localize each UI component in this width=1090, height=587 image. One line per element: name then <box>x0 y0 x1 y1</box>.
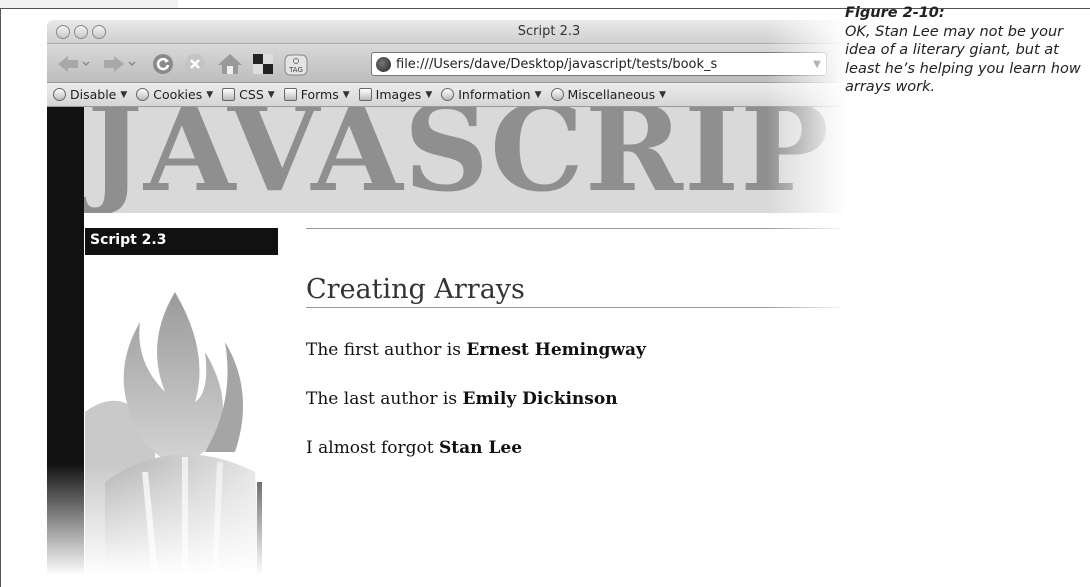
devbar-disable[interactable]: Disable ▼ <box>53 87 127 102</box>
page-content: JAVASCRIP Script 2.3 Creating Arrays The… <box>47 107 847 575</box>
home-button[interactable] <box>216 52 244 76</box>
figure-label: Figure 2-10: <box>845 5 945 21</box>
chevron-down-icon: ▼ <box>534 89 542 100</box>
author-line-first-prefix: The first author is <box>306 340 467 360</box>
left-sidebar-strip <box>47 107 84 575</box>
author-name-last: Emily Dickinson <box>462 389 618 409</box>
devbar-images[interactable]: Images ▼ <box>358 87 433 102</box>
figure-caption: Figure 2-10: OK, Stan Lee may not be you… <box>845 4 1085 97</box>
disable-icon <box>53 88 66 101</box>
author-line-first: The first author is Ernest Hemingway <box>306 340 646 360</box>
tag-label: TAG <box>288 66 303 74</box>
script-label: Script 2.3 <box>85 228 278 255</box>
devbar-css[interactable]: CSS ▼ <box>222 87 275 102</box>
author-name-first: Ernest Hemingway <box>466 340 646 360</box>
chevron-down-icon: ▼ <box>206 89 214 100</box>
devbar-cookies[interactable]: Cookies ▼ <box>136 87 213 102</box>
forms-icon <box>283 88 297 101</box>
author-line-last: The last author is Emily Dickinson <box>306 389 618 409</box>
chevron-down-icon: ▼ <box>120 89 128 100</box>
css-icon <box>222 88 236 101</box>
stop-button[interactable] <box>182 52 208 76</box>
window-title: Script 2.3 <box>517 24 581 39</box>
devbar-miscellaneous-label: Miscellaneous <box>567 87 656 102</box>
stop-icon <box>185 54 205 74</box>
cookies-icon <box>136 88 150 101</box>
url-text[interactable]: file:///Users/dave/Desktop/javascript/te… <box>396 57 808 72</box>
flaming-book-illustration <box>85 292 262 575</box>
devbar-cookies-label: Cookies <box>153 87 203 102</box>
go-icon[interactable]: ▷ <box>831 54 842 70</box>
title-bar: Script 2.3 <box>47 20 847 44</box>
devbar-images-label: Images <box>375 87 422 102</box>
devbar-disable-label: Disable <box>70 87 117 102</box>
tag-button[interactable]: TAG <box>282 52 310 76</box>
url-dropdown-icon[interactable]: ▼ <box>808 59 826 70</box>
home-icon <box>218 54 242 74</box>
chevron-down-icon: ▼ <box>342 89 350 100</box>
information-icon <box>441 88 455 101</box>
reload-icon <box>153 54 173 74</box>
author-line-last-prefix: The last author is <box>306 389 463 409</box>
globe-icon <box>376 56 391 72</box>
back-button[interactable] <box>55 52 91 76</box>
miscellaneous-icon <box>550 88 564 101</box>
top-divider <box>306 228 847 229</box>
devbar-css-label: CSS <box>239 87 264 102</box>
back-icon <box>58 56 90 72</box>
devbar-information-label: Information <box>458 87 531 102</box>
page-heading: Creating Arrays <box>306 273 847 308</box>
forward-icon <box>104 56 136 72</box>
chevron-down-icon: ▼ <box>267 89 275 100</box>
devbar-miscellaneous[interactable]: Miscellaneous ▼ <box>550 87 667 102</box>
devbar-forms[interactable]: Forms ▼ <box>283 87 350 102</box>
grid-button[interactable] <box>250 52 276 76</box>
browser-window: Script 2.3 TAG file:///Users/dave/Deskto… <box>47 20 847 575</box>
navigation-toolbar: TAG file:///Users/dave/Desktop/javascrip… <box>47 44 847 83</box>
author-line-forgot-prefix: I almost forgot <box>306 438 440 458</box>
images-icon <box>358 88 372 101</box>
devbar-information[interactable]: Information ▼ <box>441 87 542 102</box>
author-name-forgot: Stan Lee <box>439 438 523 458</box>
web-developer-toolbar: Disable ▼ Cookies ▼ CSS ▼ Forms ▼ Images ▼ In… <box>47 83 847 107</box>
devbar-forms-label: Forms <box>300 87 339 102</box>
chevron-down-icon: ▼ <box>425 89 433 100</box>
forward-button[interactable] <box>101 52 137 76</box>
grid-icon <box>253 54 273 74</box>
javascript-banner: JAVASCRIP <box>84 107 847 213</box>
tag-icon: TAG <box>284 54 308 76</box>
reload-button[interactable] <box>150 52 176 76</box>
banner-text: JAVASCRIP <box>87 107 830 213</box>
figure-caption-text: OK, Stan Lee may not be your idea of a l… <box>845 23 1081 96</box>
author-line-forgot: I almost forgot Stan Lee <box>306 438 522 458</box>
address-bar[interactable]: file:///Users/dave/Desktop/javascript/te… <box>371 52 827 76</box>
chevron-down-icon: ▼ <box>659 89 667 100</box>
